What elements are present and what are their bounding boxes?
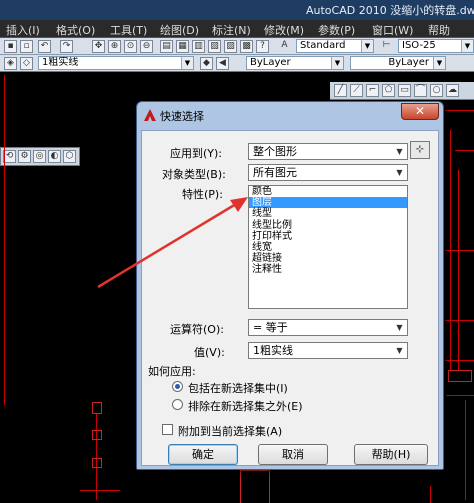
annotation-arrow (97, 197, 248, 289)
arrow-shaft (97, 202, 237, 289)
arrow-head (230, 197, 248, 212)
